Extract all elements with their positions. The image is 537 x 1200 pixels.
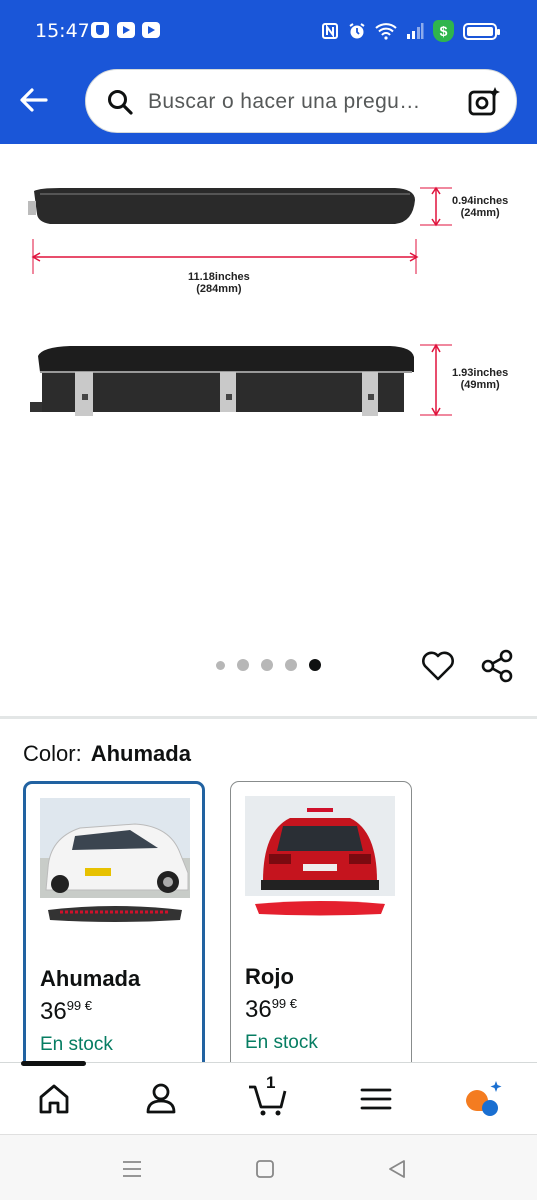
back-triangle-icon[interactable] — [385, 1157, 409, 1181]
nfc-icon — [322, 23, 338, 39]
dimension-length-label: 11.18inches (284mm) — [188, 271, 250, 295]
image-carousel-indicator[interactable] — [216, 659, 321, 671]
search-icon — [108, 90, 133, 115]
carousel-dot[interactable] — [216, 660, 225, 670]
search-header: Buscar o hacer una pregu… — [0, 62, 537, 144]
cart-count-badge: 1 — [266, 1073, 276, 1092]
color-option-image — [245, 796, 395, 941]
cart-button[interactable]: 1 — [247, 1073, 287, 1119]
color-option-stock-status: En stock — [245, 1032, 318, 1053]
wifi-icon — [375, 23, 397, 40]
back-arrow-icon[interactable] — [16, 82, 52, 118]
search-input[interactable]: Buscar o hacer una pregu… — [148, 90, 421, 114]
color-option-name: Rojo — [245, 964, 294, 989]
home-button-icon[interactable] — [253, 1157, 277, 1181]
carousel-dot-active[interactable] — [309, 659, 321, 671]
alarm-icon — [349, 23, 365, 39]
dollar-badge-icon: $ — [433, 20, 454, 42]
battery-icon — [463, 22, 500, 40]
menu-icon[interactable] — [356, 1079, 396, 1119]
color-option-ahumada[interactable]: Ahumada 3699 € En stock — [23, 781, 205, 1081]
recent-apps-icon[interactable] — [120, 1157, 144, 1181]
camera-search-icon[interactable] — [466, 84, 502, 120]
color-option-price: 3699 € — [245, 996, 298, 1023]
search-bar[interactable]: Buscar o hacer una pregu… — [85, 69, 517, 133]
product-image-gallery[interactable]: 0.94inches (24mm) 11.18inches (284mm) 1.93… — [0, 144, 537, 644]
status-right-icons: $ — [321, 20, 500, 42]
status-bar: 15:47 $ — [0, 0, 537, 62]
youtube-icon — [117, 22, 135, 38]
color-option-name: Ahumada — [40, 966, 141, 991]
color-option-price: 3699 € — [40, 998, 93, 1025]
system-navigation-bar — [0, 1134, 537, 1200]
color-label: Color: — [23, 741, 82, 766]
color-option-image — [40, 798, 190, 943]
dimension-height-top-label: 0.94inches (24mm) — [452, 195, 509, 219]
youtube-icon — [142, 22, 160, 38]
dimension-height-full-label: 1.93inches (49mm) — [452, 367, 509, 391]
carousel-dot[interactable] — [237, 659, 249, 671]
carousel-dot[interactable] — [261, 659, 273, 671]
signal-icon — [407, 23, 424, 39]
shield-app-icon — [91, 22, 109, 38]
color-option-stock-status: En stock — [40, 1034, 113, 1055]
product-drawing — [28, 186, 452, 417]
status-time: 15:47 — [35, 20, 90, 42]
wishlist-heart-icon[interactable] — [420, 648, 456, 684]
carousel-dot[interactable] — [285, 659, 297, 671]
color-selection-label: Color: Ahumada — [23, 741, 191, 767]
share-icon[interactable] — [480, 648, 516, 684]
account-icon[interactable] — [141, 1079, 181, 1119]
section-divider — [0, 716, 537, 719]
selected-color-value: Ahumada — [90, 741, 191, 766]
bottom-navigation-bar: 1 — [0, 1061, 537, 1134]
home-icon[interactable] — [34, 1079, 74, 1119]
color-option-rojo[interactable]: Rojo 3699 € En stock — [230, 781, 412, 1081]
active-tab-indicator — [21, 1061, 86, 1066]
rufus-ai-icon[interactable] — [462, 1079, 502, 1119]
